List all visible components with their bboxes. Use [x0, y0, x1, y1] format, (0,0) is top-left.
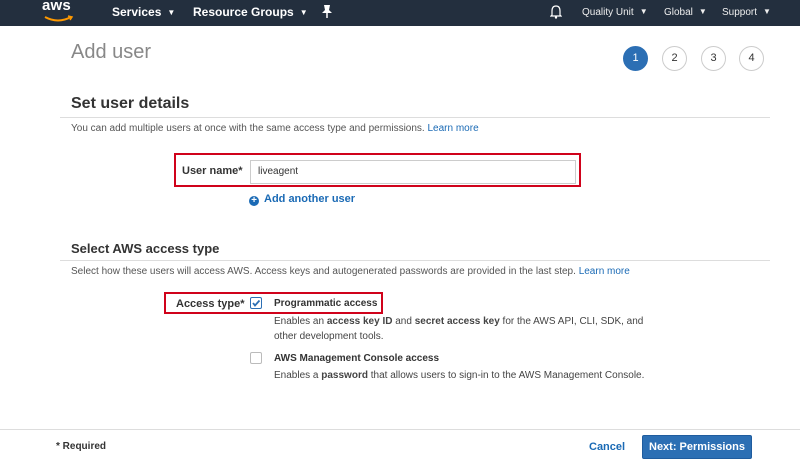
access-type-label: Access type*	[176, 298, 245, 310]
footer-divider	[0, 429, 800, 430]
user-details-title: Set user details	[71, 95, 190, 112]
plus-circle-icon: +	[249, 196, 259, 206]
region-menu[interactable]: Global ▼	[664, 0, 707, 26]
desc-text: Enables a	[274, 370, 322, 381]
learn-more-link[interactable]: Learn more	[579, 266, 630, 277]
user-details-description: You can add multiple users at once with …	[71, 123, 479, 134]
divider	[60, 117, 770, 118]
cancel-button[interactable]: Cancel	[589, 441, 625, 453]
desc-bold: secret access key	[414, 316, 500, 327]
user-details-description-text: You can add multiple users at once with …	[71, 123, 425, 134]
chevron-down-icon: ▼	[763, 7, 771, 16]
resource-groups-menu-label: Resource Groups	[193, 5, 294, 19]
console-access-checkbox[interactable]	[250, 352, 262, 364]
resource-groups-menu[interactable]: Resource Groups ▼	[193, 0, 308, 26]
required-note: * Required	[56, 441, 107, 452]
step-1[interactable]: 1	[623, 46, 648, 71]
chevron-down-icon: ▼	[639, 7, 648, 16]
programmatic-access-description: Enables an access key ID and secret acce…	[274, 314, 664, 344]
console-access-description: Enables a password that allows users to …	[274, 368, 674, 383]
desc-bold: password	[321, 370, 368, 381]
aws-smile-icon	[44, 15, 74, 22]
services-menu-label: Services	[112, 5, 162, 19]
user-name-input[interactable]: liveagent	[250, 160, 576, 184]
programmatic-access-label[interactable]: Programmatic access	[274, 298, 377, 309]
add-another-user-link[interactable]: + Add another user	[249, 193, 355, 206]
divider	[60, 260, 770, 261]
step-3[interactable]: 3	[701, 46, 726, 71]
desc-text: and	[392, 316, 415, 327]
next-permissions-button[interactable]: Next: Permissions	[642, 435, 752, 459]
account-menu[interactable]: Quality Unit ▼	[582, 0, 648, 26]
learn-more-link[interactable]: Learn more	[428, 123, 479, 134]
bell-icon[interactable]	[550, 4, 562, 20]
page-title: Add user	[71, 41, 152, 63]
services-menu[interactable]: Services ▼	[112, 0, 175, 26]
desc-bold: access key ID	[326, 316, 393, 327]
programmatic-access-checkbox[interactable]	[250, 297, 262, 309]
step-4[interactable]: 4	[739, 46, 764, 71]
console-access-label[interactable]: AWS Management Console access	[274, 353, 439, 364]
access-type-description-text: Select how these users will access AWS. …	[71, 266, 576, 277]
aws-logo[interactable]: aws	[42, 0, 76, 24]
checkmark-icon	[252, 299, 261, 307]
desc-text: Enables an	[274, 316, 327, 327]
support-menu[interactable]: Support ▼	[722, 0, 771, 26]
access-type-description: Select how these users will access AWS. …	[71, 266, 630, 277]
chevron-down-icon: ▼	[167, 8, 176, 17]
access-type-title: Select AWS access type	[71, 241, 220, 256]
aws-logo-text: aws	[42, 0, 71, 14]
support-menu-label: Support	[722, 7, 758, 18]
chevron-down-icon: ▼	[698, 7, 707, 16]
region-menu-label: Global	[664, 7, 693, 18]
user-name-label: User name*	[182, 165, 243, 177]
chevron-down-icon: ▼	[299, 8, 308, 17]
account-menu-label: Quality Unit	[582, 7, 634, 18]
top-nav-bar: aws Services ▼ Resource Groups ▼ Quality U…	[0, 0, 800, 26]
add-another-user-label: Add another user	[264, 193, 356, 205]
step-2[interactable]: 2	[662, 46, 687, 71]
pin-icon[interactable]	[321, 4, 333, 20]
desc-text: that allows users to sign-in to the AWS …	[367, 370, 645, 381]
